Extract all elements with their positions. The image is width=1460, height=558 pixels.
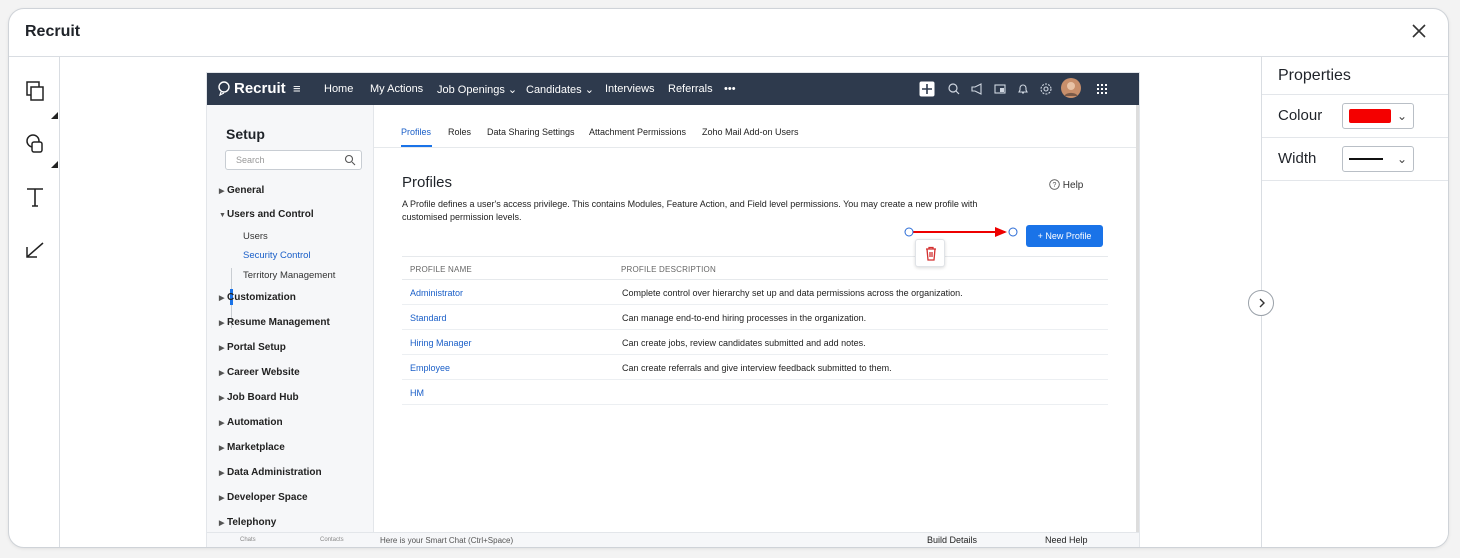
app-title: Recruit: [25, 23, 81, 40]
app-window: Recruit Recruit ≡ Home My Actions Job Op…: [8, 8, 1449, 548]
width-row: Width ⌄: [1262, 138, 1448, 181]
submenu-triangle-icon: [51, 161, 58, 168]
delete-annotation-button[interactable]: [915, 239, 945, 267]
colour-swatch: [1349, 109, 1391, 123]
text-icon[interactable]: [23, 185, 47, 209]
width-label: Width: [1278, 150, 1317, 167]
submenu-triangle-icon: [51, 112, 58, 119]
trash-icon: [926, 246, 936, 261]
title-bar: Recruit: [9, 9, 1448, 57]
colour-row: Colour ⌄: [1262, 95, 1448, 138]
line-width-swatch: [1349, 158, 1383, 160]
arrow-annotation[interactable]: [60, 57, 1261, 547]
layers-copy-icon[interactable]: [23, 79, 47, 103]
close-icon[interactable]: [1408, 20, 1430, 42]
expand-panel-button[interactable]: [1248, 290, 1274, 316]
tool-sidebar: [9, 57, 60, 547]
shapes-icon[interactable]: [23, 132, 47, 156]
colour-select[interactable]: ⌄: [1342, 103, 1414, 129]
colour-label: Colour: [1278, 107, 1323, 124]
properties-title: Properties: [1262, 57, 1448, 95]
width-select[interactable]: ⌄: [1342, 146, 1414, 172]
chevron-right-icon: [1259, 298, 1265, 308]
pen-icon[interactable]: [23, 237, 47, 261]
chevron-down-icon: ⌄: [1396, 152, 1407, 166]
canvas: Recruit ≡ Home My Actions Job Openings ⌄…: [60, 57, 1261, 547]
chevron-down-icon: ⌄: [1396, 109, 1407, 123]
properties-panel: Properties Colour ⌄ Width ⌄: [1261, 57, 1448, 547]
